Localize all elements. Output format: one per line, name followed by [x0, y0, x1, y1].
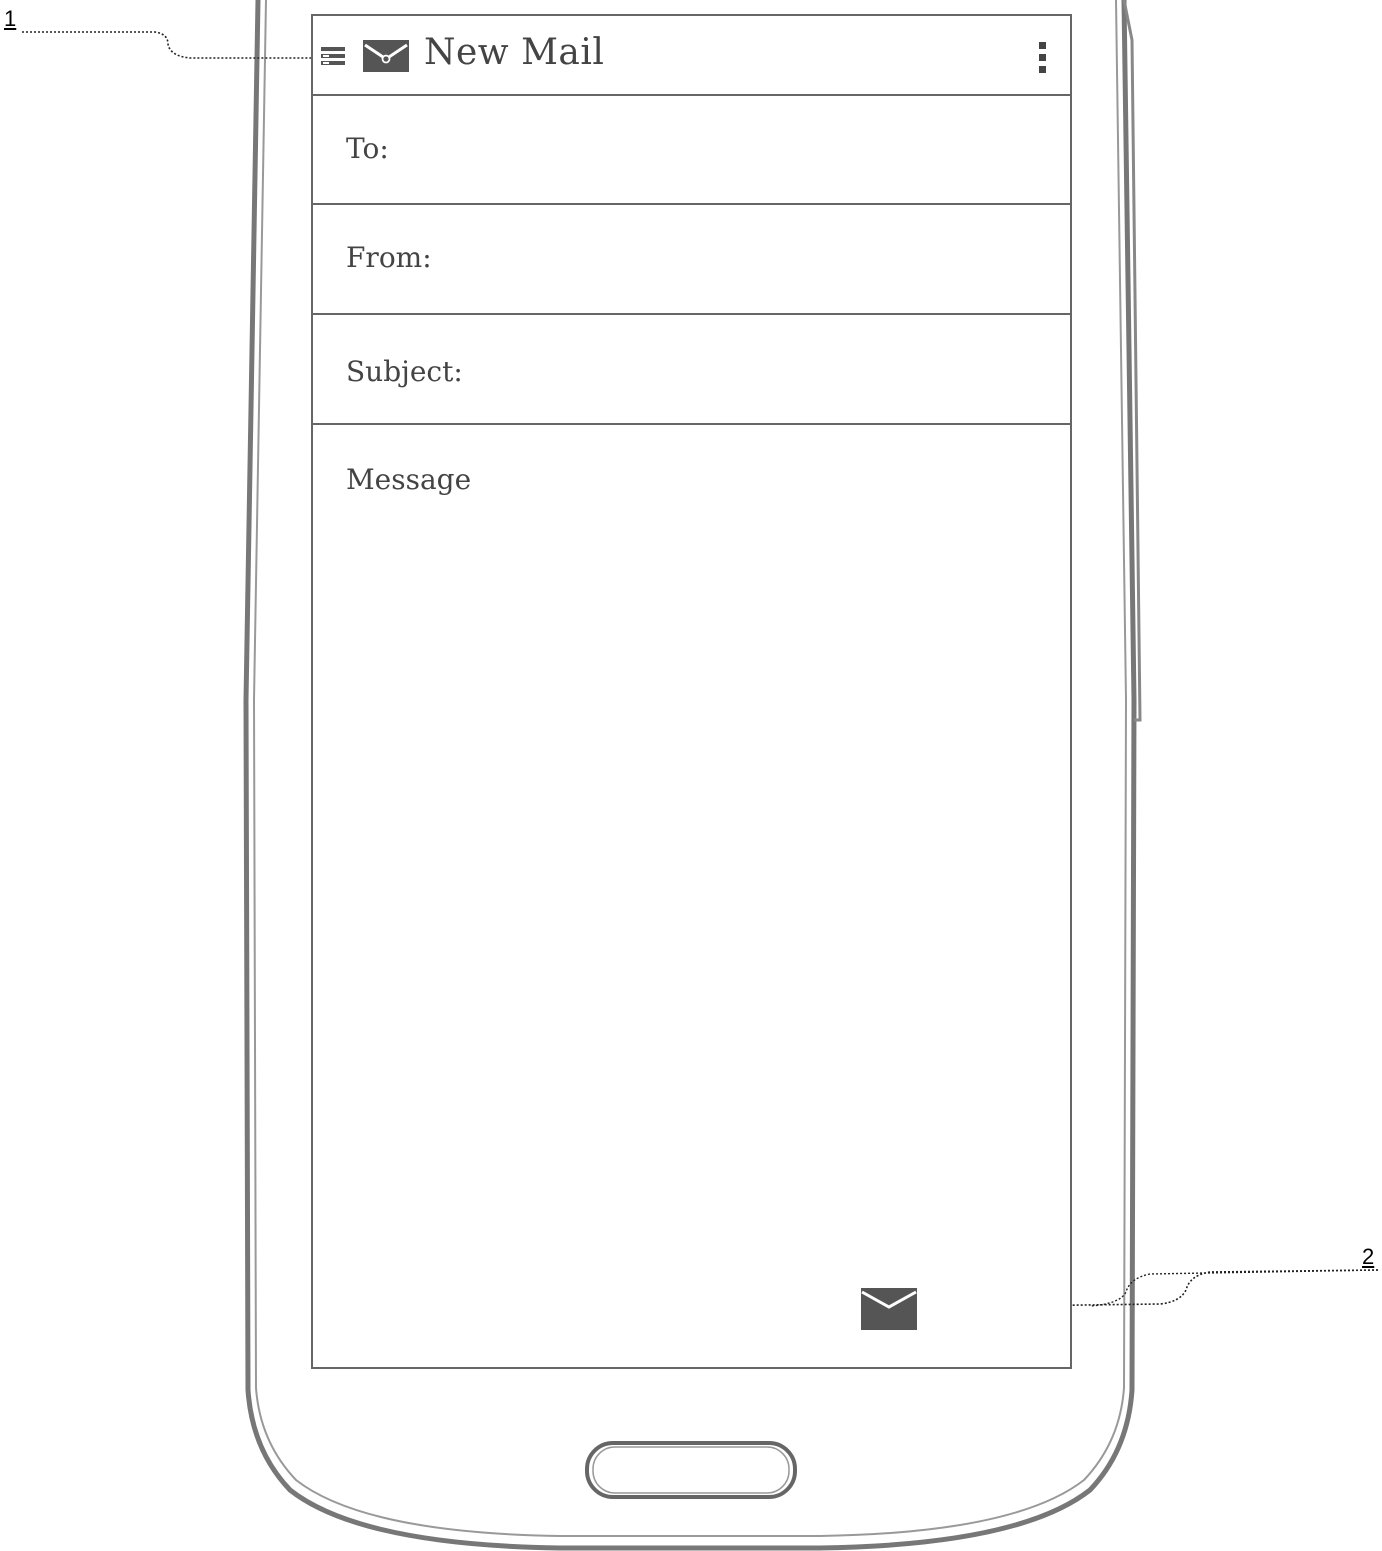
home-button[interactable]: [584, 1440, 798, 1500]
send-mail-icon[interactable]: [861, 1288, 917, 1330]
more-vertical-icon[interactable]: [1038, 40, 1048, 74]
callout-1-label: 1: [4, 6, 17, 31]
page-title: New Mail: [424, 32, 605, 73]
from-field: From:: [313, 205, 1070, 315]
subject-field: Subject:: [313, 315, 1070, 425]
callout-2-label: 2: [1362, 1244, 1375, 1269]
message-body-input[interactable]: Message: [313, 425, 1070, 1367]
to-input[interactable]: [463, 126, 1050, 172]
hamburger-menu-icon[interactable]: [321, 46, 347, 68]
envelope-icon: [363, 40, 409, 72]
phone-screen: New Mail To: From: Subject: Message: [311, 14, 1072, 1369]
subject-label: Subject:: [346, 355, 463, 388]
app-bar: New Mail: [313, 16, 1070, 96]
from-label: From:: [346, 241, 432, 274]
to-field: To:: [313, 96, 1070, 205]
to-label: To:: [346, 132, 389, 165]
from-input[interactable]: [463, 235, 1050, 281]
subject-input[interactable]: [463, 345, 1050, 391]
message-placeholder: Message: [346, 463, 472, 496]
